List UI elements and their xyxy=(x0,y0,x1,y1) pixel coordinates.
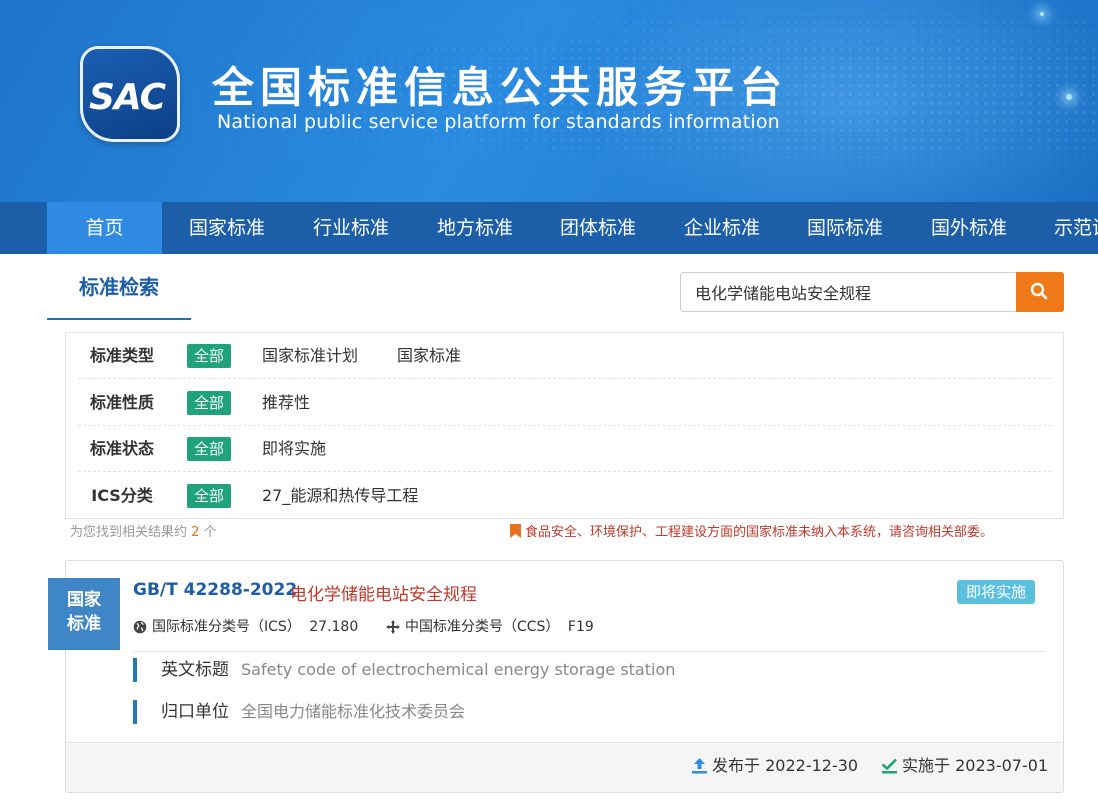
filter-row-ics: ICS分类 全部 27_能源和热传导工程 xyxy=(78,473,1051,519)
nav-item-local[interactable]: 地方标准 xyxy=(420,202,530,254)
ccs-meta: 中国标准分类号（CCS） F19 xyxy=(386,618,594,636)
header-banner: SAC 全国标准信息公共服务平台 National public service… xyxy=(0,0,1098,202)
ics-value: 27.180 xyxy=(309,619,359,635)
standard-code-link[interactable]: GB/T 42288-2022 xyxy=(133,580,297,600)
banner-spark xyxy=(1066,94,1072,100)
upload-icon xyxy=(692,758,707,774)
filter-tag-all[interactable]: 全部 xyxy=(187,437,232,461)
nav-item-group[interactable]: 团体标准 xyxy=(543,202,653,254)
filter-label: ICS分类 xyxy=(91,486,153,505)
sac-logo[interactable]: SAC xyxy=(80,46,180,142)
ccs-value: F19 xyxy=(567,619,594,635)
result-count: 为您找到相关结果约 2 个 xyxy=(70,521,217,540)
banner-spark xyxy=(1040,12,1044,16)
department-label: 归口单位 xyxy=(161,702,229,722)
filter-row-nature: 标准性质 全部 推荐性 xyxy=(78,380,1051,426)
english-title-value: Safety code of electrochemical energy st… xyxy=(241,660,676,679)
publish-value: 2022-12-30 xyxy=(765,756,859,775)
check-icon xyxy=(881,758,897,774)
filter-panel: 标准类型 全部 国家标准计划 国家标准 标准性质 全部 推荐性 标准状态 全部 … xyxy=(65,332,1064,519)
nav-item-industry[interactable]: 行业标准 xyxy=(296,202,406,254)
nav-item-demo[interactable]: 示范试 xyxy=(1054,202,1098,254)
filter-row-status: 标准状态 全部 即将实施 xyxy=(78,426,1051,472)
standard-name-link[interactable]: 电化学储能电站安全规程 xyxy=(290,580,477,605)
search-button[interactable] xyxy=(1016,272,1064,312)
ics-meta: 国际标准分类号（ICS） 27.180 xyxy=(133,618,358,636)
site-title: 全国标准信息公共服务平台 xyxy=(212,63,789,112)
nav-item-home[interactable]: 首页 xyxy=(47,202,162,254)
filter-option[interactable]: 国家标准计划 xyxy=(262,333,358,379)
nav-item-enterprise[interactable]: 企业标准 xyxy=(667,202,777,254)
nav-item-international[interactable]: 国际标准 xyxy=(790,202,900,254)
nav-item-foreign[interactable]: 国外标准 xyxy=(914,202,1024,254)
implement-value: 2023-07-01 xyxy=(955,756,1049,775)
nav-item-national[interactable]: 国家标准 xyxy=(172,202,282,254)
implement-label: 实施于 xyxy=(902,756,951,775)
publish-date: 发布于 2022-12-30 xyxy=(691,755,858,777)
filter-label: 标准类型 xyxy=(89,346,154,365)
main-nav: 首页 国家标准 行业标准 地方标准 团体标准 企业标准 国际标准 国外标准 示范… xyxy=(0,202,1098,254)
ccs-label: 中国标准分类号（CCS） xyxy=(405,619,560,635)
logo-text: SAC xyxy=(89,77,166,118)
publish-label: 发布于 xyxy=(712,756,761,775)
result-count-prefix: 为您找到相关结果约 xyxy=(70,525,188,540)
crosshair-icon xyxy=(386,620,400,634)
search-icon xyxy=(1030,282,1048,300)
type-badge-line2: 标准 xyxy=(67,614,101,634)
site-subtitle: National public service platform for sta… xyxy=(217,111,780,133)
filter-tag-all[interactable]: 全部 xyxy=(187,484,232,508)
status-badge: 即将实施 xyxy=(957,580,1036,604)
filter-tag-all[interactable]: 全部 xyxy=(187,391,232,415)
search-input[interactable] xyxy=(681,273,1017,311)
english-title-label: 英文标题 xyxy=(161,660,229,680)
tab-standard-search[interactable]: 标准检索 xyxy=(47,268,191,320)
filter-option[interactable]: 国家标准 xyxy=(397,333,461,379)
type-badge-line1: 国家 xyxy=(67,590,101,610)
bookmark-icon xyxy=(510,524,521,538)
row-marker xyxy=(133,658,137,682)
filter-label: 标准性质 xyxy=(89,393,154,412)
result-count-suffix: 个 xyxy=(203,525,217,540)
filter-option[interactable]: 27_能源和热传导工程 xyxy=(262,473,418,519)
filter-label: 标准状态 xyxy=(89,439,154,458)
globe-icon xyxy=(133,620,147,634)
implement-date: 实施于 2023-07-01 xyxy=(881,755,1048,777)
notice-text: 食品安全、环境保护、工程建设方面的国家标准未纳入本系统，请咨询相关部委。 xyxy=(525,525,994,540)
row-marker xyxy=(133,700,137,724)
filter-option[interactable]: 推荐性 xyxy=(262,380,310,426)
department-value: 全国电力储能标准化技术委员会 xyxy=(241,702,466,721)
result-count-number: 2 xyxy=(191,525,200,540)
search-box xyxy=(680,272,1064,312)
ics-label: 国际标准分类号（ICS） xyxy=(152,619,301,635)
standard-type-badge: 国家 标准 xyxy=(48,578,120,650)
filter-option[interactable]: 即将实施 xyxy=(262,426,326,472)
filter-row-type: 标准类型 全部 国家标准计划 国家标准 xyxy=(78,333,1051,379)
filter-tag-all[interactable]: 全部 xyxy=(187,344,232,368)
card-divider xyxy=(133,651,1044,652)
scope-notice: 食品安全、环境保护、工程建设方面的国家标准未纳入本系统，请咨询相关部委。 xyxy=(510,521,993,540)
